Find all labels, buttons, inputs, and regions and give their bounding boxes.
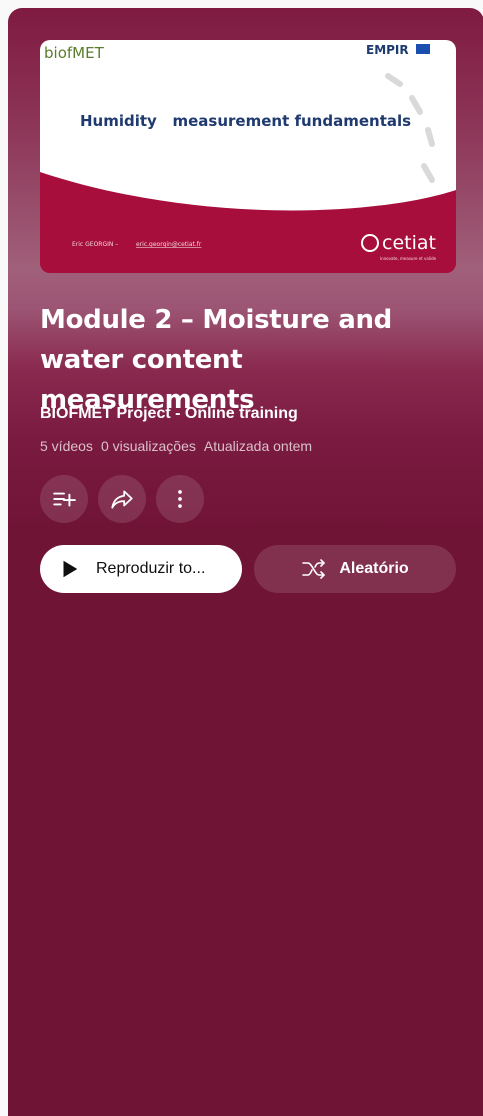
shuffle-button[interactable]: Aleatório — [254, 545, 456, 593]
biofmet-logo: biofMET — [44, 44, 105, 62]
shuffle-label: Aleatório — [339, 560, 409, 577]
share-icon — [111, 490, 133, 509]
more-vert-icon — [178, 490, 182, 508]
playlist-title: Module 2 – Moisture and water content me… — [40, 305, 392, 415]
cetiat-logo: cetiat — [382, 232, 436, 254]
playlist-thumbnail[interactable]: biofMET EMPIR Humidity measurement funda… — [40, 40, 456, 273]
playlist-stats: 5 vídeos 0 visualizações Atualizada onte… — [40, 438, 312, 454]
save-playlist-button[interactable] — [40, 475, 88, 523]
share-button[interactable] — [98, 475, 146, 523]
playlist-header-panel: biofMET EMPIR Humidity measurement funda… — [8, 8, 483, 1116]
cetiat-tagline: innovate, measure et valide — [380, 256, 437, 261]
play-all-label: Reproduzir to... — [96, 560, 206, 577]
eu-flag-icon — [416, 44, 430, 54]
view-count: 0 visualizações — [100, 438, 196, 454]
thumbnail-headline: Humidity measurement fundamentals — [80, 112, 411, 130]
playlist-add-icon — [53, 492, 76, 507]
shuffle-icon — [302, 559, 326, 579]
play-all-button[interactable]: Reproduzir to... — [40, 545, 242, 593]
thumbnail-email: eric.georgin@cetiat.fr — [136, 241, 202, 248]
play-icon — [63, 560, 78, 578]
thumbnail-presenter: Eric GEORGIN – — [72, 241, 118, 248]
channel-link[interactable]: BIOFMET Project - Online training — [40, 405, 298, 423]
video-count: 5 vídeos — [40, 438, 93, 454]
empir-logo: EMPIR — [366, 43, 409, 57]
last-updated: Atualizada ontem — [203, 438, 313, 454]
more-actions-button[interactable] — [156, 475, 204, 523]
